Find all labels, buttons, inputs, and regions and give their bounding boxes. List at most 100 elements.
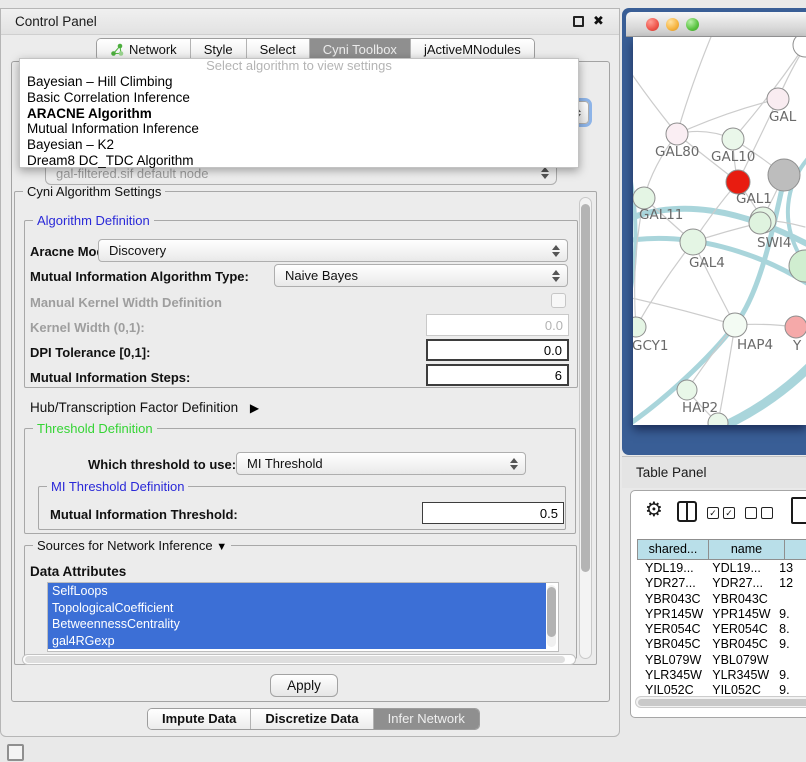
which-threshold-label: Which threshold to use: [88,457,236,472]
network-node[interactable] [793,37,806,57]
deselect-all-checkbox-icon-2[interactable] [761,507,773,519]
algorithm-option-mutual-information-inference[interactable]: Mutual Information Inference [20,121,578,137]
table-row[interactable]: YPR145WYPR145W9. [637,607,806,622]
select-all-checkbox-icon[interactable]: ✓ [707,507,719,519]
sources-legend[interactable]: Sources for Network Inference ▼ [33,538,231,553]
network-node-gal10[interactable] [722,128,744,150]
column-header-shared[interactable]: shared... [637,539,709,560]
attribute-item-selfloops[interactable]: SelfLoops [48,583,546,600]
sources-legend-text: Sources for Network Inference [37,538,213,553]
mi-type-combo[interactable]: Naive Bayes [274,264,568,287]
aracne-mode-combo[interactable]: Discovery [98,239,568,262]
network-node-gal[interactable] [767,88,789,110]
mi-steps-field[interactable] [426,364,569,386]
algorithm-option-basic-correlation-inference[interactable]: Basic Correlation Inference [20,90,578,106]
table-horizontal-scrollbar[interactable] [635,696,806,708]
cyni-algorithm-settings-group: Cyni Algorithm Settings Algorithm Defini… [14,191,597,665]
column-layout-icon[interactable] [677,501,697,522]
node-label: GCY1 [633,338,669,354]
algorithm-option-aracne-algorithm[interactable]: ARACNE Algorithm [20,106,578,122]
bottom-tab-impute-data[interactable]: Impute Data [148,709,251,729]
network-edge[interactable] [677,37,713,134]
algorithm-option-bayesian-k2[interactable]: Bayesian – K2 [20,137,578,153]
network-edge[interactable] [633,67,677,134]
network-edge[interactable] [677,99,778,134]
network-node-hap2[interactable] [677,380,697,400]
bottom-tabbar: Impute DataDiscretize DataInfer Network [147,708,480,730]
settings-horizontal-scrollbar[interactable] [22,654,576,665]
table-row[interactable]: YDR27...YDR27...12 [637,576,806,591]
tab-label: jActiveMNodules [424,39,521,60]
float-panel-icon[interactable] [573,16,584,27]
tab-cyni-toolbox[interactable]: Cyni Toolbox [310,39,411,60]
table-row[interactable]: YBL079WYBL079W [637,653,806,668]
attributes-scrollbar[interactable] [547,585,556,647]
bottom-tab-discretize-data[interactable]: Discretize Data [251,709,373,729]
algorithm-option-dream8-dc-tdc-algorithm[interactable]: Dream8 DC_TDC Algorithm [20,153,578,169]
table-header-row: shared...name [637,539,806,560]
mi-threshold-field[interactable] [422,502,564,524]
table-row[interactable]: YLR345WYLR345W9. [637,668,806,683]
dpi-tolerance-field[interactable] [426,339,569,361]
column-header-name[interactable]: name [709,539,785,560]
tab-style[interactable]: Style [191,39,247,60]
table-row[interactable]: YER054CYER054C8. [637,622,806,637]
node-label: HAP2 [682,400,718,416]
network-node-y[interactable] [785,316,806,338]
table-cell: 9. [775,607,806,622]
network-canvas[interactable]: GALGAL80GAL10GAL1GAL11GAL4SWI4GCY1HAP4YH… [633,37,806,425]
network-edge[interactable] [636,242,693,327]
zoom-window-icon[interactable] [686,18,699,31]
bottom-tab-infer-network[interactable]: Infer Network [374,709,479,729]
manual-kernel-checkbox[interactable] [551,293,566,308]
node-label: HAP4 [737,337,773,353]
tab-jactivemnodules[interactable]: jActiveMNodules [411,39,534,60]
hub-definition-expander[interactable]: Hub/Transcription Factor Definition ▶ [30,400,259,415]
apply-button[interactable]: Apply [270,674,338,697]
attribute-item-gal4rgexp[interactable]: gal4RGexp [48,633,546,650]
tab-select[interactable]: Select [247,39,310,60]
network-node-gal4[interactable] [680,229,706,255]
network-node-swi4[interactable] [749,212,771,234]
table-row[interactable]: YDL19...YDL19...13 [637,561,806,576]
attribute-item-betweennesscentrality[interactable]: BetweennessCentrality [48,616,546,633]
algorithm-option-bayesian-hill-climbing[interactable]: Bayesian – Hill Climbing [20,74,578,90]
kernel-width-field[interactable] [426,314,569,336]
table-cell: YER054C [704,622,775,637]
table-row[interactable]: YBR043CYBR043C [637,592,806,607]
network-window-titlebar[interactable] [626,12,806,37]
export-table-icon[interactable] [791,497,806,524]
table-panel-title: Table Panel [636,465,707,480]
expander-expanded-icon: ▼ [216,541,227,553]
minimized-panel-icon[interactable] [7,744,24,761]
algorithm-dropdown-popup: Select algorithm to view settings Bayesi… [19,58,579,168]
which-threshold-combo[interactable]: MI Threshold [236,452,526,475]
deselect-all-checkbox-icon[interactable] [745,507,757,519]
network-node-gal80[interactable] [666,123,688,145]
close-window-icon[interactable] [646,18,659,31]
column-header-col2[interactable] [785,539,806,560]
network-node[interactable] [768,159,800,191]
select-all-checkbox-icon-2[interactable]: ✓ [723,507,735,519]
table-cell: YER054C [637,622,704,637]
control-panel: Control Panel ✖ NetworkStyleSelectCyni T… [0,8,620,737]
table-cell: YDR27... [704,576,775,591]
network-edge[interactable] [633,297,735,325]
table-row[interactable]: YBR045CYBR045C9. [637,637,806,652]
minimize-window-icon[interactable] [666,18,679,31]
table-settings-gear-icon[interactable]: ⚙ [645,497,663,521]
network-node-gal11[interactable] [633,187,655,209]
network-node-hap4[interactable] [723,313,747,337]
control-panel-title: Control Panel [15,14,97,29]
tab-network[interactable]: Network [97,39,191,60]
combo-arrows-icon [552,269,560,283]
table-cell: 9. [775,637,806,652]
settings-vertical-scrollbar[interactable] [579,197,592,659]
close-panel-icon[interactable]: ✖ [593,13,604,29]
network-node-gcy1[interactable] [633,317,646,337]
node-label: GAL10 [711,149,755,165]
network-node[interactable] [789,250,806,282]
attribute-item-topologicalcoefficient[interactable]: TopologicalCoefficient [48,600,546,617]
expander-collapsed-icon: ▶ [250,401,259,415]
table-cell: 12 [775,576,806,591]
